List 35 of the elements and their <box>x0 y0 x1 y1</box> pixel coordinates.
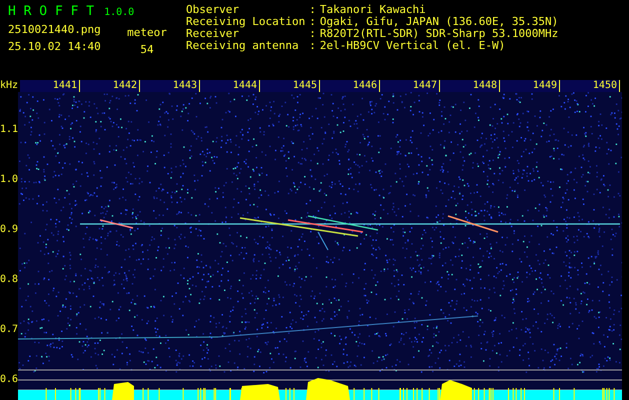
time-label: 1.1 <box>0 123 18 137</box>
info-label: Receiver <box>186 28 239 40</box>
frequency-label: 1445 <box>260 80 320 92</box>
time-label: 0.7 <box>0 323 18 337</box>
frequency-label: 1450 <box>560 80 620 92</box>
app-version: 1.0.0 <box>104 7 134 18</box>
time-label: 0.6 <box>0 373 18 387</box>
frequency-label: 1441 <box>20 80 80 92</box>
info-label: Receiving Location <box>186 16 306 28</box>
frequency-label: 1446 <box>320 80 380 92</box>
time-label: 1.0 <box>0 173 18 187</box>
info-value: Ogaki, Gifu, JAPAN (136.60E, 35.35N) <box>320 16 558 28</box>
frequency-label: 1442 <box>80 80 140 92</box>
info-value: R820T2(RTL-SDR) SDR-Sharp 53.1000MHz <box>320 28 558 40</box>
time-label: 0.8 <box>0 273 18 287</box>
file-name: 2510021440.png <box>8 23 102 36</box>
info-separator: : <box>309 28 316 40</box>
info-value: Takanori Kawachi <box>320 4 427 16</box>
timestamp: 25.10.02 14:40 <box>8 40 102 53</box>
info-separator: : <box>309 40 316 52</box>
count-label: meteor <box>127 26 167 39</box>
info-separator: : <box>309 16 316 28</box>
info-label: Observer <box>186 4 240 16</box>
time-label: 0.9 <box>0 223 18 237</box>
frequency-unit: kHz <box>0 80 20 92</box>
info-label: Receiving antenna <box>186 40 300 52</box>
meteor-count: 54 <box>140 43 154 56</box>
app-title: H R O F F T <box>8 4 94 19</box>
frequency-label: 1449 <box>500 80 560 92</box>
frequency-label: 1444 <box>200 80 260 92</box>
info-separator: : <box>309 4 316 16</box>
frequency-label: 1448 <box>440 80 500 92</box>
info-value: 2el-HB9CV Vertical (el. E-W) <box>320 40 506 52</box>
frequency-label: 1447 <box>380 80 440 92</box>
frequency-label: 1443 <box>140 80 200 92</box>
